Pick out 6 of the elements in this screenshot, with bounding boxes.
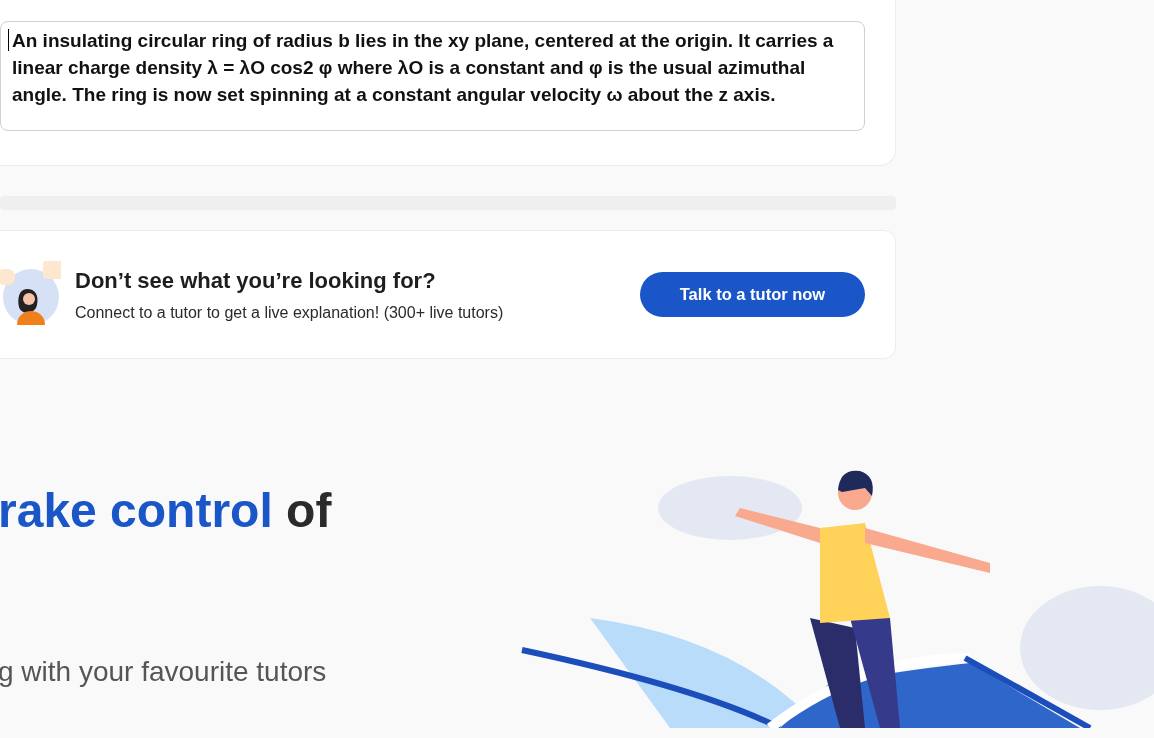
talk-to-tutor-button[interactable]: Talk to a tutor now: [640, 272, 865, 317]
banner-subtitle: Connect to a tutor to get a live explanation! (300+ live tutors): [75, 303, 504, 323]
question-text-field[interactable]: An insulating circular ring of radius b lies in the xy plane, centered at the origin. It carries a linear charge density λ = λO cos2 φ where λO is a constant and φ is the usual azimuthal angle. The ring is now set spinning at a constant angular velocity ω about the z axis.: [0, 21, 865, 131]
hero-heading: rake control of: [0, 483, 332, 539]
banner-title: Don’t see what you’re looking for?: [75, 267, 437, 295]
hero-subheading: g with your favourite tutors: [0, 655, 327, 689]
